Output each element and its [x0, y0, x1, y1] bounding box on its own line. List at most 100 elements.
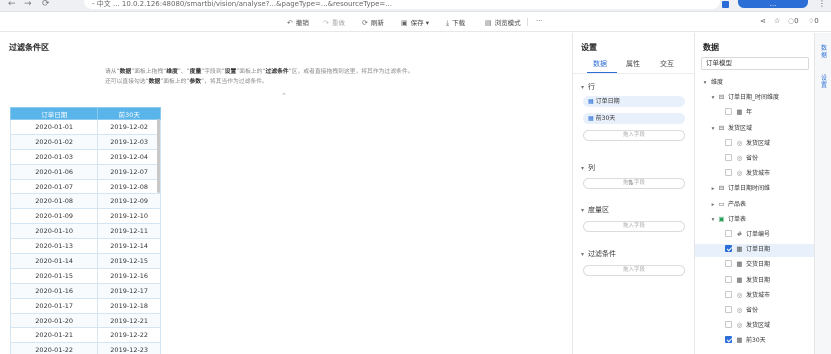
table-row[interactable]: 2020-01-08 2019-12-09 — [9, 193, 161, 210]
table-cell: 2020-01-16 — [9, 282, 99, 299]
table-row[interactable]: 2020-01-07 2019-12-08 — [9, 178, 161, 195]
chevron-right-icon[interactable]: ▸ — [709, 184, 717, 195]
table-row[interactable]: 2020-01-21 2019-12-22 — [9, 327, 161, 344]
tree-item[interactable]: ▾ ⊟ 订单日期_时间维度 — [695, 92, 814, 105]
tree-item[interactable]: ◎ 省份 — [695, 305, 814, 318]
field-checkbox[interactable] — [725, 138, 732, 146]
field-checkbox[interactable] — [725, 336, 732, 344]
columns-drop-zone[interactable]: 拖入字段 — [583, 178, 685, 189]
row-field-prev-30[interactable]: ▦ 前30天 — [583, 113, 685, 124]
field-checkbox[interactable] — [725, 230, 732, 237]
more-button[interactable]: ··· — [536, 17, 542, 25]
tree-item-label: 订单日期时间维 — [728, 185, 771, 193]
forward-icon[interactable]: → — [24, 0, 32, 9]
tab-interaction[interactable]: 交互 — [660, 59, 674, 69]
tree-item[interactable]: ▦ 前30天 — [695, 335, 814, 348]
table-row[interactable]: 2020-01-10 2019-12-11 — [9, 223, 161, 240]
table-row[interactable]: 2020-01-14 2019-12-15 — [9, 253, 161, 269]
rows-section[interactable]: ▾ 行 — [581, 82, 595, 92]
settings-title: 设置 — [581, 43, 597, 52]
favorite-icon[interactable]: ☆ — [774, 17, 780, 25]
tree-item-label: 省份 — [746, 307, 759, 314]
address-bar[interactable]: - 中文 ... 10.0.2.126:48080/smartbi/vision… — [84, 0, 720, 9]
table-row[interactable]: 2020-01-16 2019-12-17 — [9, 282, 161, 299]
refresh-button[interactable]: ⟳ 刷新 — [362, 17, 384, 27]
table-scrollbar[interactable] — [157, 119, 160, 193]
measure-drop-zone[interactable]: 拖入字段 — [583, 221, 685, 232]
tree-item[interactable]: ▸ ⊟ 订单日期时间维 — [695, 183, 814, 196]
column-header[interactable]: 订单日期 — [9, 107, 99, 120]
filter-section[interactable]: ▾ 过滤条件 — [581, 249, 616, 259]
field-checkbox[interactable] — [725, 108, 732, 116]
like-button[interactable]: ♢0 — [808, 17, 819, 25]
account-button[interactable]: ... — [738, 0, 808, 8]
chevron-down-icon[interactable]: ▾ — [709, 124, 717, 135]
browser-menu-icon[interactable]: ⋮ — [818, 0, 826, 8]
field-checkbox[interactable] — [725, 154, 732, 161]
share-icon[interactable]: ⋖ — [760, 17, 766, 25]
table-row[interactable]: 2020-01-15 2019-12-16 — [9, 267, 161, 284]
side-tab-data[interactable]: 数据 — [820, 45, 828, 59]
field-checkbox[interactable] — [725, 169, 732, 177]
hint-text: ”面板上的“ — [236, 69, 266, 75]
table-row[interactable]: 2020-01-13 2019-12-14 — [9, 238, 161, 255]
field-checkbox[interactable] — [725, 306, 732, 313]
tree-item[interactable]: ▦ 交货日期 — [695, 259, 814, 272]
tree-item[interactable]: ◎ 发货区域 — [695, 320, 814, 333]
table-row[interactable]: 2020-01-03 2019-12-04 — [9, 148, 161, 165]
model-selector[interactable]: 订单模型 — [701, 57, 809, 70]
field-checkbox[interactable] — [725, 275, 732, 283]
table-cell: 2020-01-15 — [9, 267, 99, 284]
tree-item[interactable]: ▾ 维度 — [695, 77, 814, 90]
field-checkbox[interactable] — [725, 290, 732, 298]
table-row[interactable]: 2020-01-01 2019-12-02 — [9, 119, 161, 135]
tree-item[interactable]: ▦ 订单日期 — [695, 244, 814, 258]
table-row[interactable]: 2020-01-22 2019-12-23 — [9, 342, 161, 354]
calculated-field-icon: ▦ — [588, 115, 594, 122]
save-button[interactable]: ▣ 保存 ▾ — [401, 17, 429, 27]
tree-item[interactable]: ▸ ▭ 产品表 — [695, 199, 814, 212]
column-header[interactable]: 前30天 — [97, 107, 161, 120]
tree-item[interactable]: ▾ ▣ 订单表 — [695, 214, 814, 227]
chevron-down-icon[interactable]: ▾ — [709, 215, 717, 226]
tab-data[interactable]: 数据 — [593, 59, 607, 69]
tree-item[interactable]: ▦ 年 — [695, 107, 814, 120]
tab-properties[interactable]: 属性 — [626, 59, 640, 69]
download-button[interactable]: ⤓ 下载 — [446, 17, 465, 28]
field-checkbox[interactable] — [725, 321, 732, 329]
back-icon[interactable]: ← — [8, 0, 16, 9]
table-row[interactable]: 2020-01-17 2019-12-18 — [9, 297, 161, 314]
table-row[interactable]: 2020-01-09 2019-12-10 — [9, 208, 161, 225]
table-row[interactable]: 2020-01-20 2019-12-21 — [9, 312, 161, 329]
browser-chrome: ← → ⟳ - 中文 ... 10.0.2.126:48080/smartbi/… — [0, 0, 831, 12]
tree-item[interactable]: ▦ 发货日期 — [695, 275, 814, 288]
extension-icon[interactable] — [722, 1, 729, 8]
tree-item[interactable]: ▾ ⊟ 发货区域 — [695, 123, 814, 136]
filter-drop-zone[interactable]: 拖入字段 — [583, 265, 685, 276]
columns-section[interactable]: ▾ 列 — [581, 163, 595, 173]
side-tab-settings[interactable]: 设置 — [820, 75, 828, 89]
table-cell: 2020-01-06 — [9, 163, 99, 180]
table-row[interactable]: 2020-01-06 2019-12-07 — [9, 163, 161, 180]
reload-icon[interactable]: ⟳ — [42, 0, 50, 9]
field-checkbox[interactable] — [725, 245, 732, 253]
tree-item[interactable]: ◎ 发货城市 — [695, 168, 814, 181]
field-checkbox[interactable] — [725, 260, 732, 268]
tree-item[interactable]: ◎ 发货城市 — [695, 290, 814, 303]
chevron-right-icon[interactable]: ▸ — [709, 200, 717, 211]
hint-keyword: 数据 — [148, 79, 161, 85]
rows-drop-zone[interactable]: 拖入字段 — [583, 130, 685, 141]
redo-button[interactable]: ↷ 重做 — [323, 17, 345, 27]
measure-section[interactable]: ▾ 度量区 — [581, 205, 609, 215]
chevron-down-icon[interactable]: ▾ — [701, 78, 709, 89]
chevron-down-icon[interactable]: ▾ — [709, 93, 717, 104]
table-row[interactable]: 2020-01-02 2019-12-03 — [9, 133, 161, 150]
comment-button[interactable]: ◌0 — [788, 17, 799, 25]
tree-item[interactable]: # 订单编号 — [695, 229, 814, 242]
browse-mode-button[interactable]: ▤ 浏览模式 — [485, 17, 521, 27]
tree-item[interactable]: ◎ 省份 — [695, 153, 814, 166]
row-field-order-date[interactable]: ▦ 订单日期 — [583, 96, 685, 107]
tree-item[interactable]: ◎ 发货区域 — [695, 138, 814, 151]
collapse-filter-icon[interactable]: ⌃ — [278, 93, 290, 100]
undo-button[interactable]: ↶ 撤销 — [287, 17, 309, 27]
